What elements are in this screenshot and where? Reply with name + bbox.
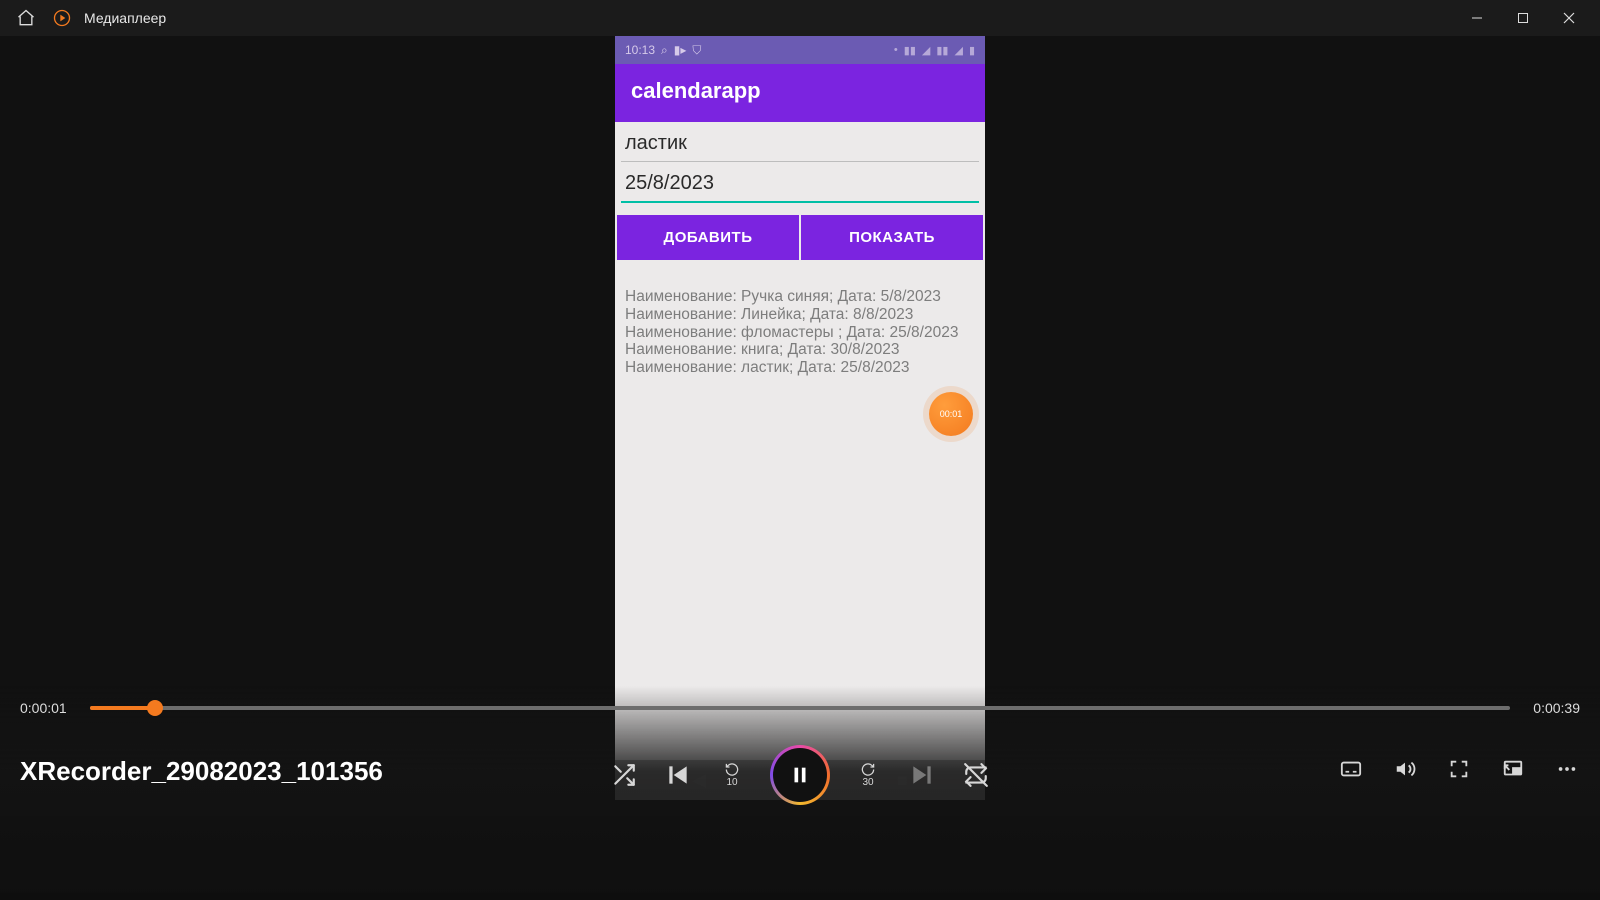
recording-badge[interactable]: 00:01 — [929, 392, 973, 436]
fullscreen-button[interactable] — [1446, 756, 1472, 782]
list-item: Наименование: ластик; Дата: 25/8/2023 — [625, 359, 975, 377]
battery-icon: ▮ — [969, 44, 975, 57]
captions-button[interactable] — [1338, 756, 1364, 782]
miniplayer-button[interactable] — [1500, 756, 1526, 782]
forward-30-button[interactable]: 30 — [855, 762, 881, 788]
minimize-button[interactable] — [1454, 0, 1500, 36]
status-icon: ⌕ — [661, 43, 668, 58]
shield-icon: ⛉ — [692, 43, 701, 58]
maximize-button[interactable] — [1500, 0, 1546, 36]
camera-icon: ▮▸ — [674, 43, 687, 57]
date-input[interactable]: 25/8/2023 — [621, 162, 979, 203]
show-button[interactable]: ПОКАЗАТЬ — [801, 215, 983, 260]
transport-controls: 10 30 — [611, 748, 989, 802]
rewind-10-button[interactable]: 10 — [719, 762, 745, 788]
play-pause-button[interactable] — [773, 748, 827, 802]
app-bar-title: calendarapp — [615, 64, 985, 122]
name-input[interactable]: ластик — [621, 122, 979, 162]
next-button[interactable] — [909, 762, 935, 788]
phone-clock: 10:13 — [625, 43, 655, 57]
seek-thumb[interactable] — [147, 700, 163, 716]
list-item: Наименование: Линейка; Дата: 8/8/2023 — [625, 306, 975, 324]
dot-icon: • — [894, 44, 898, 56]
phone-screen: 10:13 ⌕ ▮▸ ⛉ • ▮▮ ◢ ▮▮ ◢ ▮ calendarapp л… — [615, 36, 985, 800]
close-button[interactable] — [1546, 0, 1592, 36]
window-title: Медиаплеер — [84, 10, 166, 26]
pause-icon — [789, 764, 811, 786]
recording-time: 00:01 — [940, 409, 963, 419]
rewind-label: 10 — [726, 777, 737, 788]
titlebar: Медиаплеер — [0, 0, 1600, 36]
total-time: 0:00:39 — [1520, 700, 1580, 716]
forward-label: 30 — [862, 777, 873, 788]
phone-status-bar: 10:13 ⌕ ▮▸ ⛉ • ▮▮ ◢ ▮▮ ◢ ▮ — [615, 36, 985, 64]
media-title: XRecorder_29082023_101356 — [20, 756, 383, 787]
home-icon[interactable] — [16, 8, 36, 28]
more-button[interactable] — [1554, 756, 1580, 782]
signal-icon: ◢ — [954, 44, 962, 57]
list-item: Наименование: Ручка синяя; Дата: 5/8/202… — [625, 288, 975, 306]
seek-track[interactable] — [90, 706, 1510, 710]
seek-bar-row: 0:00:01 0:00:39 — [20, 696, 1580, 720]
list-item: Наименование: фломастеры ; Дата: 25/8/20… — [625, 324, 975, 342]
elapsed-time: 0:00:01 — [20, 700, 80, 716]
video-viewport[interactable]: 10:13 ⌕ ▮▸ ⛉ • ▮▮ ◢ ▮▮ ◢ ▮ calendarapp л… — [0, 36, 1600, 686]
add-button[interactable]: ДОБАВИТЬ — [617, 215, 799, 260]
signal-icon: ◢ — [922, 44, 930, 57]
signal-icon: ▮▮ — [904, 44, 916, 57]
volume-button[interactable] — [1392, 756, 1418, 782]
signal-icon: ▮▮ — [936, 44, 948, 57]
action-row: ДОБАВИТЬ ПОКАЗАТЬ — [617, 215, 983, 260]
seek-fill — [90, 706, 155, 710]
secondary-controls — [1338, 756, 1580, 782]
shuffle-button[interactable] — [611, 762, 637, 788]
list-item: Наименование: книга; Дата: 30/8/2023 — [625, 341, 975, 359]
items-list: Наименование: Ручка синяя; Дата: 5/8/202… — [615, 260, 985, 405]
previous-button[interactable] — [665, 762, 691, 788]
repeat-button[interactable] — [963, 762, 989, 788]
app-logo-icon — [52, 8, 72, 28]
